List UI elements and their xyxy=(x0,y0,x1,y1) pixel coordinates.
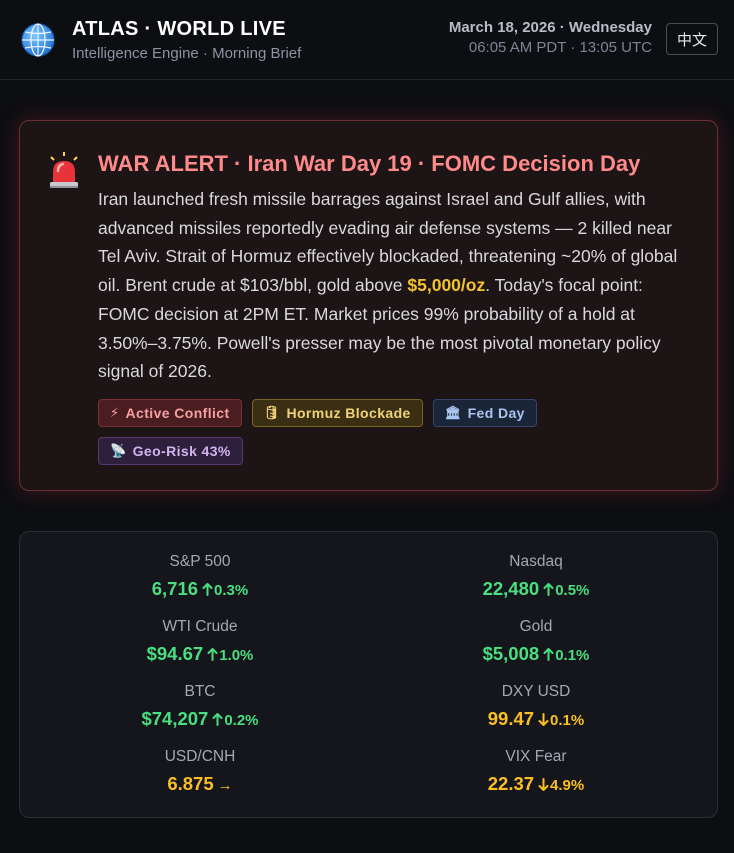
market-change-value: 0.2% xyxy=(224,712,259,729)
market-change: → xyxy=(218,777,233,794)
tag-active-conflict: ⚡ Active Conflict xyxy=(98,398,242,427)
tag-fed-day: 🏛 Fed Day xyxy=(432,398,537,427)
markets-panel: S&P 500 6,716 0.3% Nasdaq 22,480 0.5% WTI … xyxy=(19,531,718,818)
market-value: 6.875 xyxy=(167,773,214,794)
arrow-down-icon xyxy=(538,713,549,726)
market-value: $5,008 xyxy=(482,643,540,664)
alert-title: WAR ALERT · Iran War Day 19 · FOMC Decis… xyxy=(98,151,641,176)
arrow-up-icon xyxy=(212,713,223,726)
market-label: USD/CNH xyxy=(164,748,236,765)
tag-geo-risk: 📡 Geo-Risk 43% xyxy=(98,436,243,465)
market-change: 1.0% xyxy=(207,647,253,664)
market-value: 99.47 xyxy=(487,708,535,729)
app-header: ATLAS · WORLD LIVE Intelligence Engine ·… xyxy=(0,0,734,80)
market-change-value: 1.0% xyxy=(219,647,254,664)
market-value: 6,716 xyxy=(151,578,199,599)
satellite-icon: 📡 xyxy=(110,442,127,458)
datetime: March 18, 2026 · Wednesday 06:05 AM PDT … xyxy=(449,19,652,56)
market-label: WTI Crude xyxy=(162,618,238,635)
language-toggle-button[interactable]: 中文 xyxy=(666,23,718,55)
market-label: BTC xyxy=(184,683,216,700)
market-change: 4.9% xyxy=(538,777,584,794)
market-label: DXY USD xyxy=(501,683,571,700)
market-label: S&P 500 xyxy=(169,553,231,570)
market-label: VIX Fear xyxy=(505,748,567,765)
market-change-value: 0.1% xyxy=(555,647,590,664)
market-value-row: 22,480 0.5% xyxy=(368,578,704,600)
market-change-value: 4.9% xyxy=(550,777,585,794)
market-label: Gold xyxy=(519,618,553,635)
market-cell: BTC $74,207 0.2% xyxy=(32,683,368,730)
bank-building-icon: 🏛 xyxy=(444,404,462,420)
market-value-row: $94.67 1.0% xyxy=(32,643,368,665)
oil-barrel-icon: 🛢 xyxy=(263,404,281,420)
brand: ATLAS · WORLD LIVE Intelligence Engine ·… xyxy=(72,18,301,62)
market-cell: Nasdaq 22,480 0.5% xyxy=(368,553,704,600)
market-value-row: 6.875 → xyxy=(32,773,368,795)
market-value-row: $5,008 0.1% xyxy=(368,643,704,665)
arrow-up-icon xyxy=(543,583,554,596)
market-value-row: $74,207 0.2% xyxy=(32,708,368,730)
market-cell: S&P 500 6,716 0.3% xyxy=(32,553,368,600)
market-value-row: 99.47 0.1% xyxy=(368,708,704,730)
market-cell: USD/CNH 6.875 → xyxy=(32,748,368,795)
war-alert-card: WAR ALERT · Iran War Day 19 · FOMC Decis… xyxy=(19,120,718,491)
market-change: 0.2% xyxy=(212,712,259,729)
globe-icon xyxy=(20,22,56,58)
alert-highlight: $5,000/oz xyxy=(407,275,486,296)
siren-icon xyxy=(46,151,82,191)
arrow-up-icon xyxy=(543,648,554,661)
market-change-value: 0.1% xyxy=(550,712,585,729)
market-value-row: 6,716 0.3% xyxy=(32,578,368,600)
date-text: March 18, 2026 · Wednesday xyxy=(448,19,652,36)
market-value-row: 22.37 4.9% xyxy=(368,773,704,795)
market-value: 22.37 xyxy=(487,773,535,794)
app-subtitle: Intelligence Engine · Morning Brief xyxy=(72,44,302,62)
market-change: 0.3% xyxy=(202,582,248,599)
arrow-down-icon xyxy=(538,778,549,791)
market-cell: VIX Fear 22.37 4.9% xyxy=(368,748,704,795)
market-label: Nasdaq xyxy=(509,553,563,570)
tag-label: Geo-Risk 43% xyxy=(132,442,231,459)
market-value: 22,480 xyxy=(482,578,540,599)
market-cell: DXY USD 99.47 0.1% xyxy=(368,683,704,730)
alert-tags: ⚡ Active Conflict 🛢 Hormuz Blockade 🏛 Fed D… xyxy=(98,398,618,465)
tag-label: Hormuz Blockade xyxy=(286,404,411,421)
market-cell: Gold $5,008 0.1% xyxy=(368,618,704,665)
time-text: 06:05 AM PDT · 13:05 UTC xyxy=(468,39,652,56)
market-change: 0.1% xyxy=(538,712,584,729)
app-title: ATLAS · WORLD LIVE xyxy=(72,17,286,40)
tag-label: Fed Day xyxy=(467,404,525,421)
arrow-up-icon xyxy=(202,583,213,596)
market-change: 0.5% xyxy=(543,582,589,599)
market-value: $94.67 xyxy=(146,643,204,664)
arrow-up-icon xyxy=(207,648,218,661)
market-change: 0.1% xyxy=(543,647,589,664)
market-change-value: 0.3% xyxy=(214,582,249,599)
alert-text: Iran launched fresh missile barrages aga… xyxy=(98,185,698,386)
market-change-value: → xyxy=(217,777,233,794)
market-change-value: 0.5% xyxy=(555,582,590,599)
tag-label: Active Conflict xyxy=(125,404,230,421)
market-cell: WTI Crude $94.67 1.0% xyxy=(32,618,368,665)
market-value: $74,207 xyxy=(141,708,209,729)
alert-body: WAR ALERT · Iran War Day 19 · FOMC Decis… xyxy=(98,149,698,465)
tag-hormuz-blockade: 🛢 Hormuz Blockade xyxy=(251,398,423,427)
lightning-icon: ⚡ xyxy=(110,404,120,420)
